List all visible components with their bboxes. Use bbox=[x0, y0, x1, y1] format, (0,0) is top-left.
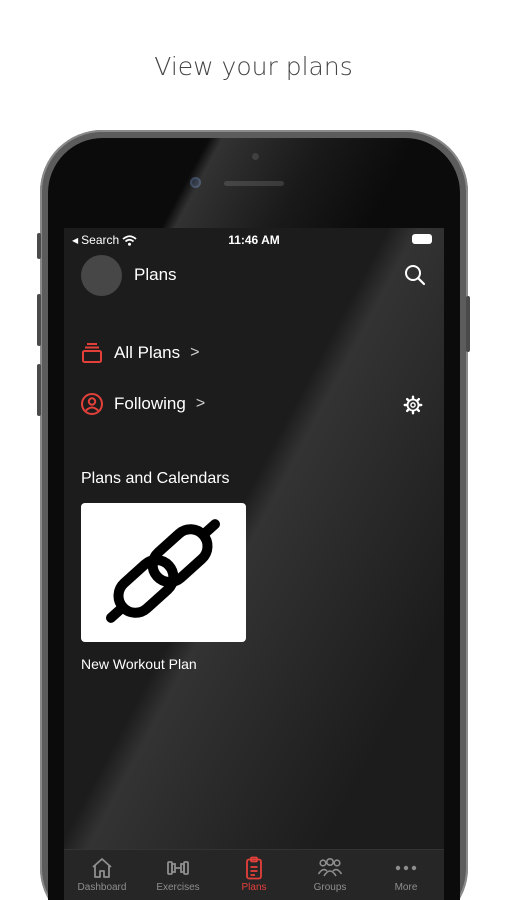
tab-bar: Dashboard Exercises Plans Groups More bbox=[64, 849, 444, 900]
battery-icon bbox=[412, 234, 432, 244]
earpiece-speaker bbox=[224, 181, 284, 186]
tab-dashboard[interactable]: Dashboard bbox=[64, 850, 140, 900]
chevron-right-icon: > bbox=[195, 395, 206, 412]
clipboard-icon bbox=[246, 856, 262, 880]
stack-icon bbox=[82, 343, 102, 363]
power-button bbox=[466, 296, 470, 352]
tab-exercises[interactable]: Exercises bbox=[140, 850, 216, 900]
plan-card[interactable] bbox=[81, 503, 246, 642]
tab-label: More bbox=[394, 882, 418, 893]
status-bar: ◀ Search 11:46 AM bbox=[64, 228, 444, 250]
tab-label: Groups bbox=[313, 882, 347, 893]
search-icon[interactable] bbox=[402, 262, 428, 288]
following-row[interactable]: Following > bbox=[80, 389, 205, 419]
caption: View your plans bbox=[154, 52, 353, 81]
volume-up-button bbox=[37, 294, 41, 346]
tab-label: Exercises bbox=[156, 882, 200, 893]
tab-groups[interactable]: Groups bbox=[292, 850, 368, 900]
page-title: Plans bbox=[134, 265, 177, 284]
people-icon bbox=[317, 857, 343, 877]
dumbbell-icon bbox=[167, 861, 189, 875]
status-time: 11:46 AM bbox=[228, 233, 280, 247]
all-plans-row[interactable]: All Plans > bbox=[80, 338, 199, 368]
home-icon bbox=[92, 858, 112, 878]
following-label: Following bbox=[114, 394, 186, 413]
gear-icon[interactable] bbox=[402, 394, 424, 416]
all-plans-label: All Plans bbox=[114, 343, 181, 362]
tab-more[interactable]: More bbox=[368, 850, 444, 900]
proximity-sensor bbox=[252, 153, 259, 160]
tab-label: Dashboard bbox=[77, 882, 127, 893]
avatar[interactable] bbox=[81, 255, 122, 296]
link-icon bbox=[105, 519, 221, 623]
silent-switch bbox=[37, 233, 41, 259]
chevron-right-icon: > bbox=[190, 344, 200, 361]
plan-title: New Workout Plan bbox=[81, 656, 197, 672]
tab-plans[interactable]: Plans bbox=[216, 850, 292, 900]
more-icon bbox=[395, 865, 417, 871]
app-screen: ◀ Search 11:46 AM Plans All Plans > Foll… bbox=[64, 228, 444, 900]
tab-label: Plans bbox=[241, 882, 267, 893]
front-camera bbox=[190, 177, 201, 188]
section-title: Plans and Calendars bbox=[81, 470, 230, 487]
user-circle-icon bbox=[81, 393, 103, 415]
volume-down-button bbox=[37, 364, 41, 416]
